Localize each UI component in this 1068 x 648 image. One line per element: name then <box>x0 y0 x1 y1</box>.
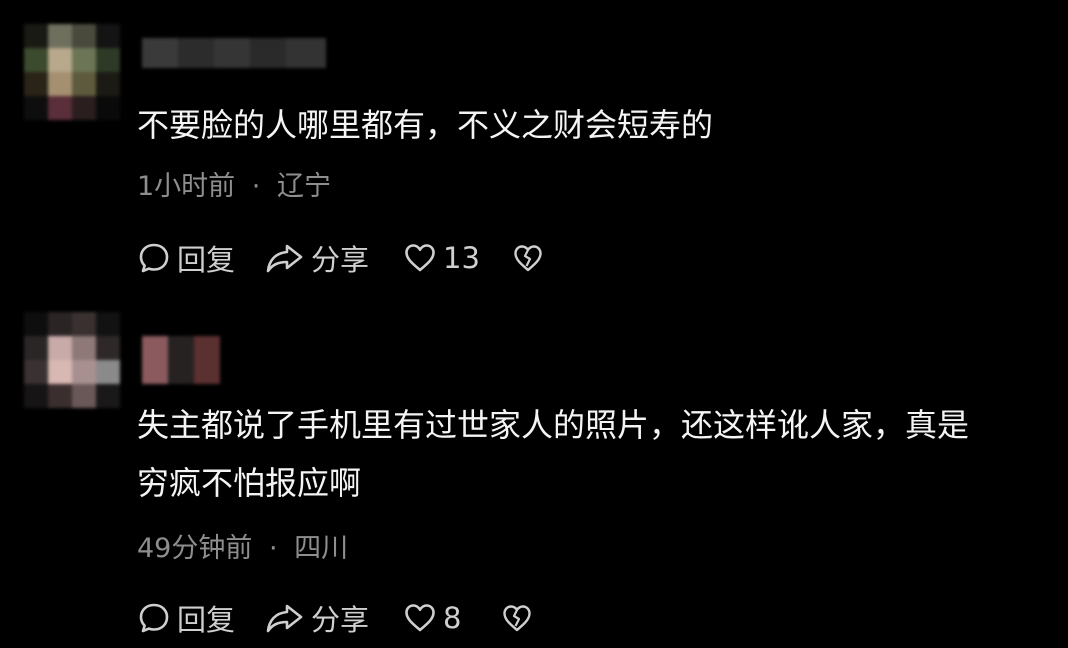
comment-actions: 回复 分享 13 <box>137 237 544 279</box>
like-count: 13 <box>443 241 480 275</box>
heart-outline-icon <box>403 601 437 635</box>
comment-meta: 1小时前 · 辽宁 <box>137 164 331 203</box>
broken-heart-icon <box>512 242 544 274</box>
like-button[interactable]: 8 <box>403 601 461 635</box>
reply-button[interactable]: 回复 <box>137 597 235 639</box>
location: 四川 <box>294 533 349 564</box>
share-label: 分享 <box>311 243 370 277</box>
broken-heart-icon <box>501 602 533 634</box>
comment-actions: 回复 分享 8 <box>137 597 533 639</box>
comment-text: 不要脸的人哪里都有，不义之财会短寿的 <box>137 96 713 154</box>
share-label: 分享 <box>311 603 370 637</box>
timestamp: 1小时前 <box>137 171 236 202</box>
dislike-button[interactable] <box>512 242 544 274</box>
username[interactable] <box>142 336 220 384</box>
reply-button[interactable]: 回复 <box>137 237 235 279</box>
speech-bubble-icon <box>137 241 171 275</box>
reply-label: 回复 <box>177 603 236 637</box>
comment-meta: 49分钟前 · 四川 <box>137 526 348 565</box>
avatar[interactable] <box>24 24 120 120</box>
dislike-button[interactable] <box>501 602 533 634</box>
reply-label: 回复 <box>177 243 236 277</box>
like-count: 8 <box>443 601 462 635</box>
location: 辽宁 <box>276 171 331 202</box>
comment-text: 失主都说了手机里有过世家人的照片，还这样讹人家，真是 穷疯不怕报应啊 <box>137 396 969 512</box>
share-arrow-icon <box>265 601 305 635</box>
timestamp: 49分钟前 <box>137 533 253 564</box>
like-button[interactable]: 13 <box>403 241 480 275</box>
meta-separator: · <box>251 171 261 202</box>
username[interactable] <box>142 38 326 68</box>
meta-separator: · <box>268 533 278 564</box>
share-button[interactable]: 分享 <box>265 597 369 639</box>
speech-bubble-icon <box>137 601 171 635</box>
share-arrow-icon <box>265 241 305 275</box>
comment-text-line: 不要脸的人哪里都有，不义之财会短寿的 <box>137 106 714 144</box>
avatar[interactable] <box>24 312 120 408</box>
comment-text-line: 穷疯不怕报应啊 <box>137 464 362 502</box>
comment-text-line: 失主都说了手机里有过世家人的照片，还这样讹人家，真是 <box>137 406 970 444</box>
heart-outline-icon <box>403 241 437 275</box>
share-button[interactable]: 分享 <box>265 237 369 279</box>
